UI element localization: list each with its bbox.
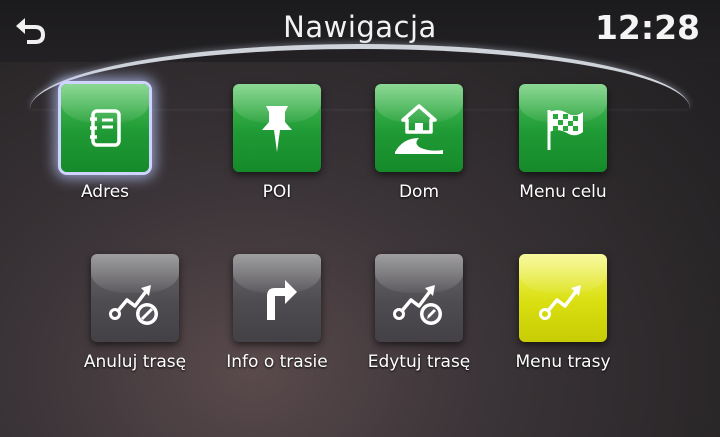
tile-icon-box <box>519 84 607 172</box>
tile-icon-box <box>61 84 149 172</box>
route-icon <box>539 285 581 320</box>
turn-right-arrow-icon <box>267 280 297 320</box>
tile-label: Info o trasie <box>226 352 328 372</box>
address-book-icon <box>90 109 121 147</box>
tile-icon-box <box>375 84 463 172</box>
tile-menu-trasy[interactable]: Menu trasy <box>498 254 628 372</box>
home-icon <box>395 104 443 154</box>
tile-label: Anuluj trasę <box>83 352 187 372</box>
tile-label: Edytuj trasę <box>367 352 471 372</box>
tile-label: Adres <box>80 182 130 202</box>
pushpin-icon <box>262 106 292 152</box>
tile-edytuj-trase[interactable]: Edytuj trasę <box>354 254 484 372</box>
tile-adres[interactable]: Adres <box>40 84 170 202</box>
tile-info-o-trasie[interactable]: Info o trasie <box>212 254 342 372</box>
navigation-menu-grid: Adres POI Dom Menu celu Anuluj trasę Inf… <box>40 84 680 424</box>
checkered-flag-icon <box>547 110 583 150</box>
tile-label: Menu trasy <box>515 352 611 372</box>
route-edit-icon <box>393 285 442 325</box>
tile-label: POI <box>262 182 292 202</box>
tile-icon-box <box>519 254 607 342</box>
tile-dom[interactable]: Dom <box>354 84 484 202</box>
tile-label: Menu celu <box>519 182 607 202</box>
tile-anuluj-trase[interactable]: Anuluj trasę <box>70 254 200 372</box>
tile-icon-box <box>233 84 321 172</box>
tile-label: Dom <box>398 182 440 202</box>
tile-icon-box <box>375 254 463 342</box>
tile-icon-box <box>233 254 321 342</box>
tile-poi[interactable]: POI <box>212 84 342 202</box>
clock: 12:28 <box>594 8 700 47</box>
tile-menu-celu[interactable]: Menu celu <box>498 84 628 202</box>
route-cancel-icon <box>109 285 158 325</box>
tile-icon-box <box>91 254 179 342</box>
